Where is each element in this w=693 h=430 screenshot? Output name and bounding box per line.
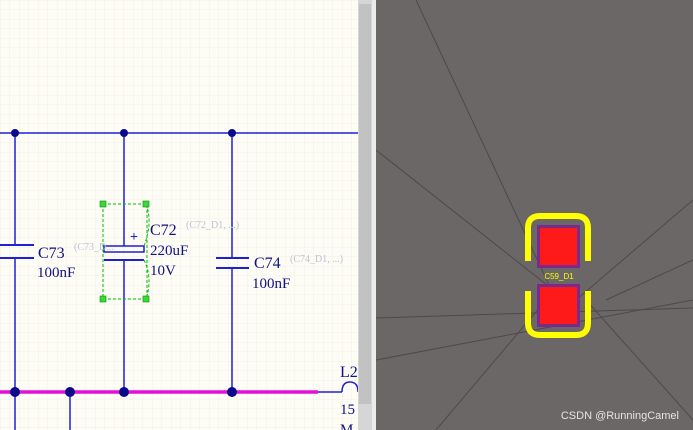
footprint-label: C59_D1: [544, 272, 574, 281]
c74-parameter: (C74_D1, ...): [290, 254, 343, 265]
c72-designator: C72: [150, 222, 177, 239]
resize-handle[interactable]: [142, 200, 150, 208]
c73-parameter: (C73_D...: [74, 242, 114, 253]
pcb-3d-view[interactable]: C59_D1: [376, 0, 693, 430]
schematic-canvas[interactable]: C73 100nF (C73_D... + C72 220uF 10V (C72…: [0, 0, 358, 430]
c73-value: 100nF: [37, 265, 75, 281]
l2-designator: L2: [340, 364, 358, 381]
pcb-canvas[interactable]: C59_D1: [376, 0, 693, 430]
l2-extra: M: [340, 422, 353, 430]
c72-value: 220uF: [150, 243, 188, 259]
resize-handle[interactable]: [142, 295, 150, 303]
c74-designator: C74: [254, 255, 281, 272]
c74-value: 100nF: [252, 276, 290, 292]
c73-designator: C73: [38, 245, 65, 262]
schematic-scrollbar[interactable]: [358, 0, 372, 430]
resize-handle[interactable]: [99, 200, 107, 208]
scrollbar-thumb[interactable]: [359, 4, 371, 404]
c72-voltage: 10V: [150, 263, 176, 279]
polarity-plus: +: [130, 230, 138, 245]
schematic-editor[interactable]: C73 100nF (C73_D... + C72 220uF 10V (C72…: [0, 0, 358, 430]
watermark: CSDN @RunningCamel: [560, 410, 679, 422]
l2-value: 15: [340, 402, 355, 418]
resize-handle[interactable]: [99, 295, 107, 303]
c72-parameter: (C72_D1, ...): [186, 220, 239, 231]
